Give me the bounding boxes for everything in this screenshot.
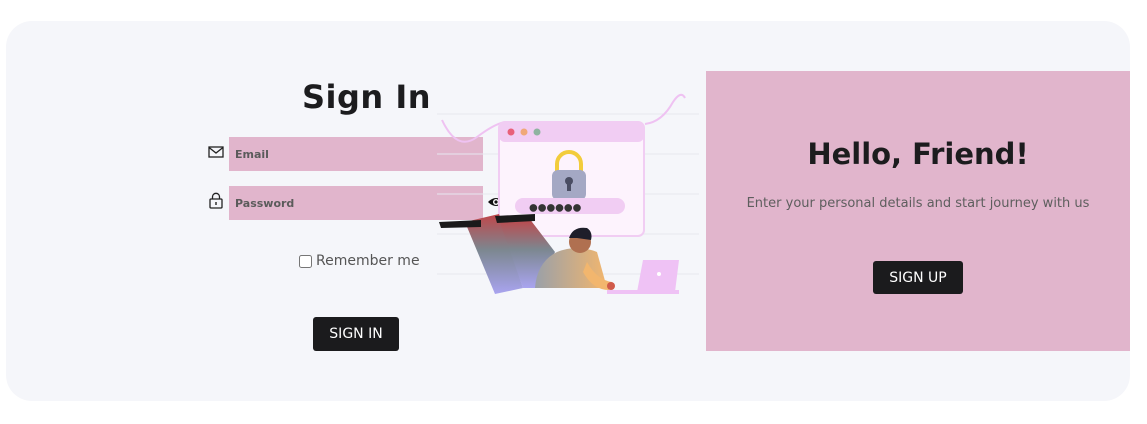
envelope-icon xyxy=(208,144,224,160)
signup-panel: Hello, Friend! Enter your personal detai… xyxy=(706,71,1130,351)
password-mask: ●●●●●● xyxy=(529,203,582,214)
lock-icon xyxy=(208,192,224,209)
remember-checkbox[interactable] xyxy=(299,254,312,268)
signin-title: Sign In xyxy=(302,78,432,116)
remember-me[interactable]: Remember me xyxy=(299,253,420,269)
signup-button[interactable]: SIGN UP xyxy=(873,261,963,294)
remember-label: Remember me xyxy=(316,253,420,269)
signin-button[interactable]: SIGN IN xyxy=(313,317,399,351)
panel-text: Enter your personal details and start jo… xyxy=(746,196,1090,211)
panel-title: Hello, Friend! xyxy=(807,137,1029,171)
login-illustration: ●●●●●● xyxy=(437,92,699,300)
